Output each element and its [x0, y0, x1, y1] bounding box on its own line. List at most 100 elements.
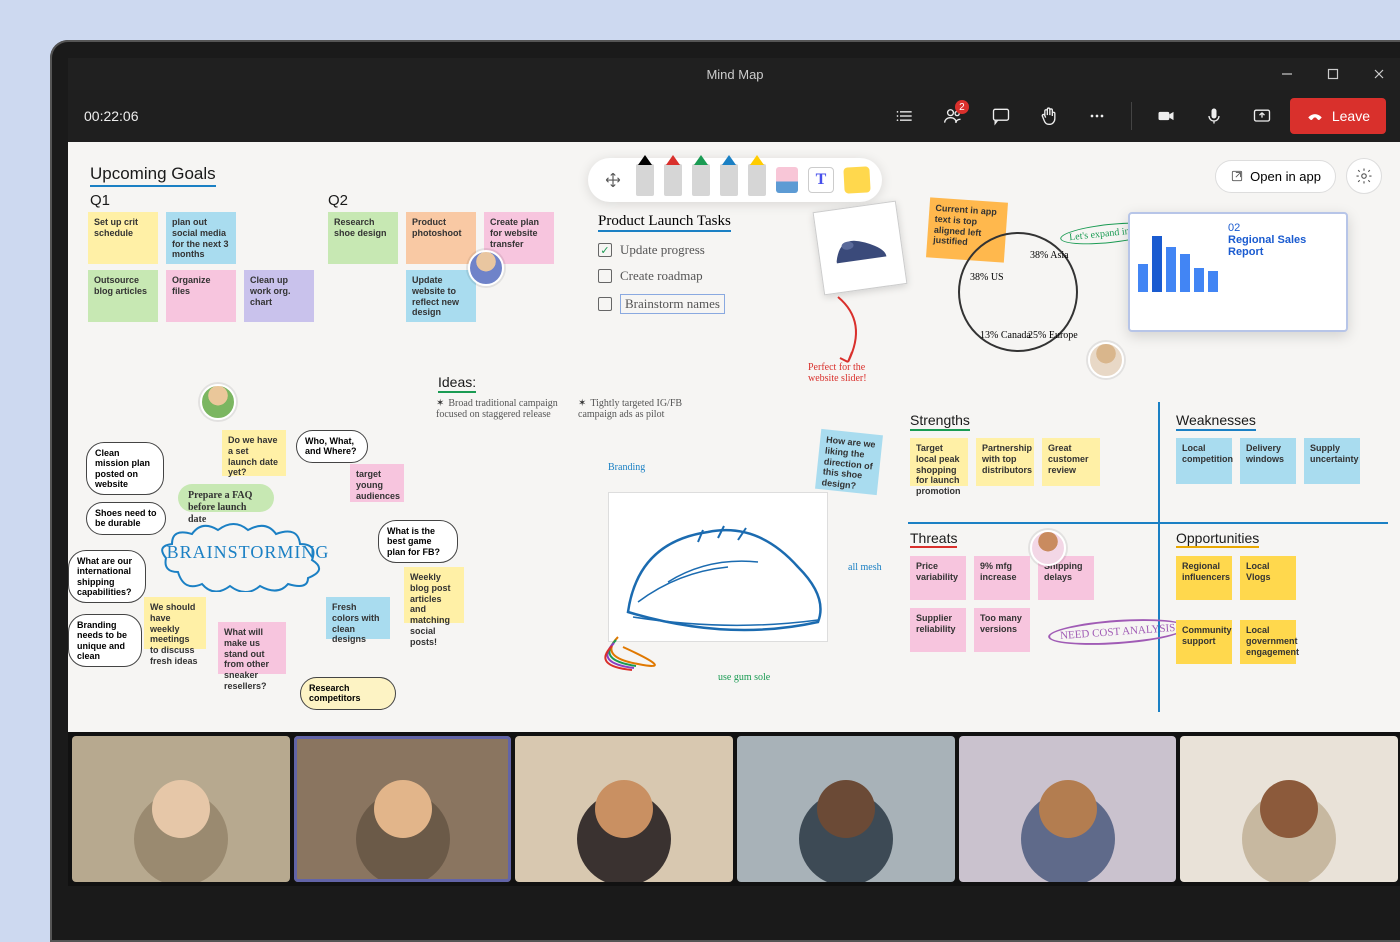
- task-title: Product Launch Tasks: [598, 213, 731, 232]
- settings-button[interactable]: [1346, 158, 1382, 194]
- thought-bubble[interactable]: Research competitors: [300, 677, 396, 710]
- open-in-app-button[interactable]: Open in app: [1215, 160, 1336, 193]
- participant-strip: [68, 732, 1400, 886]
- pen-blue[interactable]: [720, 164, 738, 196]
- swot-heading: Strengths: [910, 412, 970, 431]
- idea-text: ✶Tightly targeted IG/FB campaign ads as …: [578, 398, 718, 420]
- pen-red[interactable]: [664, 164, 682, 196]
- annotation-text: all mesh: [848, 562, 882, 573]
- people-icon[interactable]: 2: [933, 96, 973, 136]
- thought-bubble[interactable]: What are our international shipping capa…: [68, 550, 146, 603]
- task-list: Product Launch Tasks ✓Update progress Cr…: [598, 212, 731, 314]
- sticky-note[interactable]: Prepare a FAQ before launch date: [178, 484, 274, 512]
- bar-chart-thumbnail: [1138, 222, 1218, 292]
- sticky-note[interactable]: plan out social media for the next 3 mon…: [166, 212, 236, 264]
- leave-button[interactable]: Leave: [1290, 98, 1386, 134]
- task-item[interactable]: ✓Update progress: [598, 242, 731, 258]
- checkbox-checked-icon[interactable]: ✓: [598, 243, 612, 257]
- task-item[interactable]: Create roadmap: [598, 268, 731, 284]
- sticky-note[interactable]: 9% mfg increase: [974, 556, 1030, 600]
- embedded-slide[interactable]: 02 Regional Sales Report: [1128, 212, 1348, 332]
- pie-segment-label: 25% Europe: [1028, 330, 1078, 341]
- participant-tile[interactable]: [515, 736, 733, 882]
- camera-icon[interactable]: [1146, 96, 1186, 136]
- sticky-note[interactable]: Supply uncertainty: [1304, 438, 1360, 484]
- thought-bubble[interactable]: What is the best game plan for FB?: [378, 520, 458, 563]
- checkbox-icon[interactable]: [598, 297, 612, 311]
- sticky-note[interactable]: Partnership with top distributors: [976, 438, 1034, 486]
- swot-heading: Threats: [910, 530, 957, 548]
- participant-tile[interactable]: [72, 736, 290, 882]
- sticky-note[interactable]: Do we have a set launch date yet?: [222, 430, 286, 476]
- sketch-drawing: [578, 472, 848, 672]
- participant-tile[interactable]: [737, 736, 955, 882]
- sticky-note[interactable]: Regional influencers: [1176, 556, 1232, 600]
- participant-tile[interactable]: [1180, 736, 1398, 882]
- raise-hand-icon[interactable]: [1029, 96, 1069, 136]
- checkbox-icon[interactable]: [598, 269, 612, 283]
- image-sticker[interactable]: [813, 201, 908, 296]
- thought-bubble[interactable]: Who, What, and Where?: [296, 430, 368, 463]
- swot-heading: Weaknesses: [1176, 412, 1256, 431]
- thought-bubble[interactable]: Shoes need to be durable: [86, 502, 166, 535]
- q2-label: Q2: [328, 192, 348, 209]
- sticky-note[interactable]: Local Vlogs: [1240, 556, 1296, 600]
- more-icon[interactable]: [1077, 96, 1117, 136]
- sticky-note[interactable]: Organize files: [166, 270, 236, 322]
- mic-icon[interactable]: [1194, 96, 1234, 136]
- chat-icon[interactable]: [981, 96, 1021, 136]
- eraser-tool[interactable]: [776, 167, 798, 193]
- pen-black[interactable]: [636, 164, 654, 196]
- slide-number: 02: [1228, 222, 1338, 234]
- list-icon[interactable]: [885, 96, 925, 136]
- sticky-note[interactable]: Great customer review: [1042, 438, 1100, 486]
- sticky-note[interactable]: target young audiences: [350, 464, 404, 502]
- annotation-text: use gum sole: [718, 672, 770, 683]
- sticky-note[interactable]: Product photoshoot: [406, 212, 476, 264]
- sticky-note[interactable]: Weekly blog post articles and matching s…: [404, 567, 464, 623]
- sticky-note[interactable]: Set up crit schedule: [88, 212, 158, 264]
- sticky-note[interactable]: Delivery windows: [1240, 438, 1296, 484]
- window-minimize-button[interactable]: [1264, 58, 1310, 90]
- pen-yellow[interactable]: [748, 164, 766, 196]
- q1-label: Q1: [90, 192, 110, 209]
- sticky-note[interactable]: Update website to reflect new design: [406, 270, 476, 322]
- window-close-button[interactable]: [1356, 58, 1400, 90]
- user-avatar: [1088, 342, 1124, 378]
- participant-tile[interactable]: [294, 736, 512, 882]
- user-avatar: [1030, 530, 1066, 566]
- move-tool-icon[interactable]: [600, 167, 626, 193]
- thought-bubble[interactable]: Clean mission plan posted on website: [86, 442, 164, 495]
- sticky-note[interactable]: Price variability: [910, 556, 966, 600]
- share-icon[interactable]: [1242, 96, 1282, 136]
- task-item[interactable]: Brainstorm names: [598, 294, 731, 314]
- sticky-note-tool-icon[interactable]: [843, 166, 870, 193]
- sticky-note[interactable]: What will make us stand out from other s…: [218, 622, 286, 674]
- pen-green[interactable]: [692, 164, 710, 196]
- swot-divider: [1158, 402, 1160, 712]
- user-avatar: [200, 384, 236, 420]
- shoe-icon: [828, 224, 893, 272]
- sticky-note[interactable]: Local government engagement: [1240, 620, 1296, 664]
- sticky-note[interactable]: Outsource blog articles: [88, 270, 158, 322]
- thought-bubble[interactable]: Branding needs to be unique and clean: [68, 614, 142, 667]
- sticky-note[interactable]: Community support: [1176, 620, 1232, 664]
- sticky-note[interactable]: Fresh colors with clean designs: [326, 597, 390, 639]
- brainstorm-cloud: BRAINSTORMING: [158, 522, 338, 592]
- participant-tile[interactable]: [959, 736, 1177, 882]
- gear-icon: [1355, 167, 1373, 185]
- pie-segment-label: 38% US: [970, 272, 1004, 283]
- sticky-note[interactable]: Too many versions: [974, 608, 1030, 652]
- sticky-note[interactable]: Clean up work org. chart: [244, 270, 314, 322]
- sticky-note[interactable]: Target local peak shopping for launch pr…: [910, 438, 968, 486]
- sticky-note[interactable]: Research shoe design: [328, 212, 398, 264]
- open-external-icon: [1230, 169, 1244, 183]
- window-maximize-button[interactable]: [1310, 58, 1356, 90]
- pie-segment-label: 38% Asia: [1030, 250, 1069, 261]
- whiteboard-canvas[interactable]: T Open in app Upcoming Goals Q1 Q2 Set u…: [68, 142, 1400, 732]
- ideas-heading: Ideas:: [438, 374, 476, 393]
- sticky-note[interactable]: Supplier reliability: [910, 608, 966, 652]
- text-tool-icon[interactable]: T: [808, 167, 834, 193]
- sticky-note[interactable]: Local competition: [1176, 438, 1232, 484]
- sticky-note[interactable]: We should have weekly meetings to discus…: [144, 597, 206, 649]
